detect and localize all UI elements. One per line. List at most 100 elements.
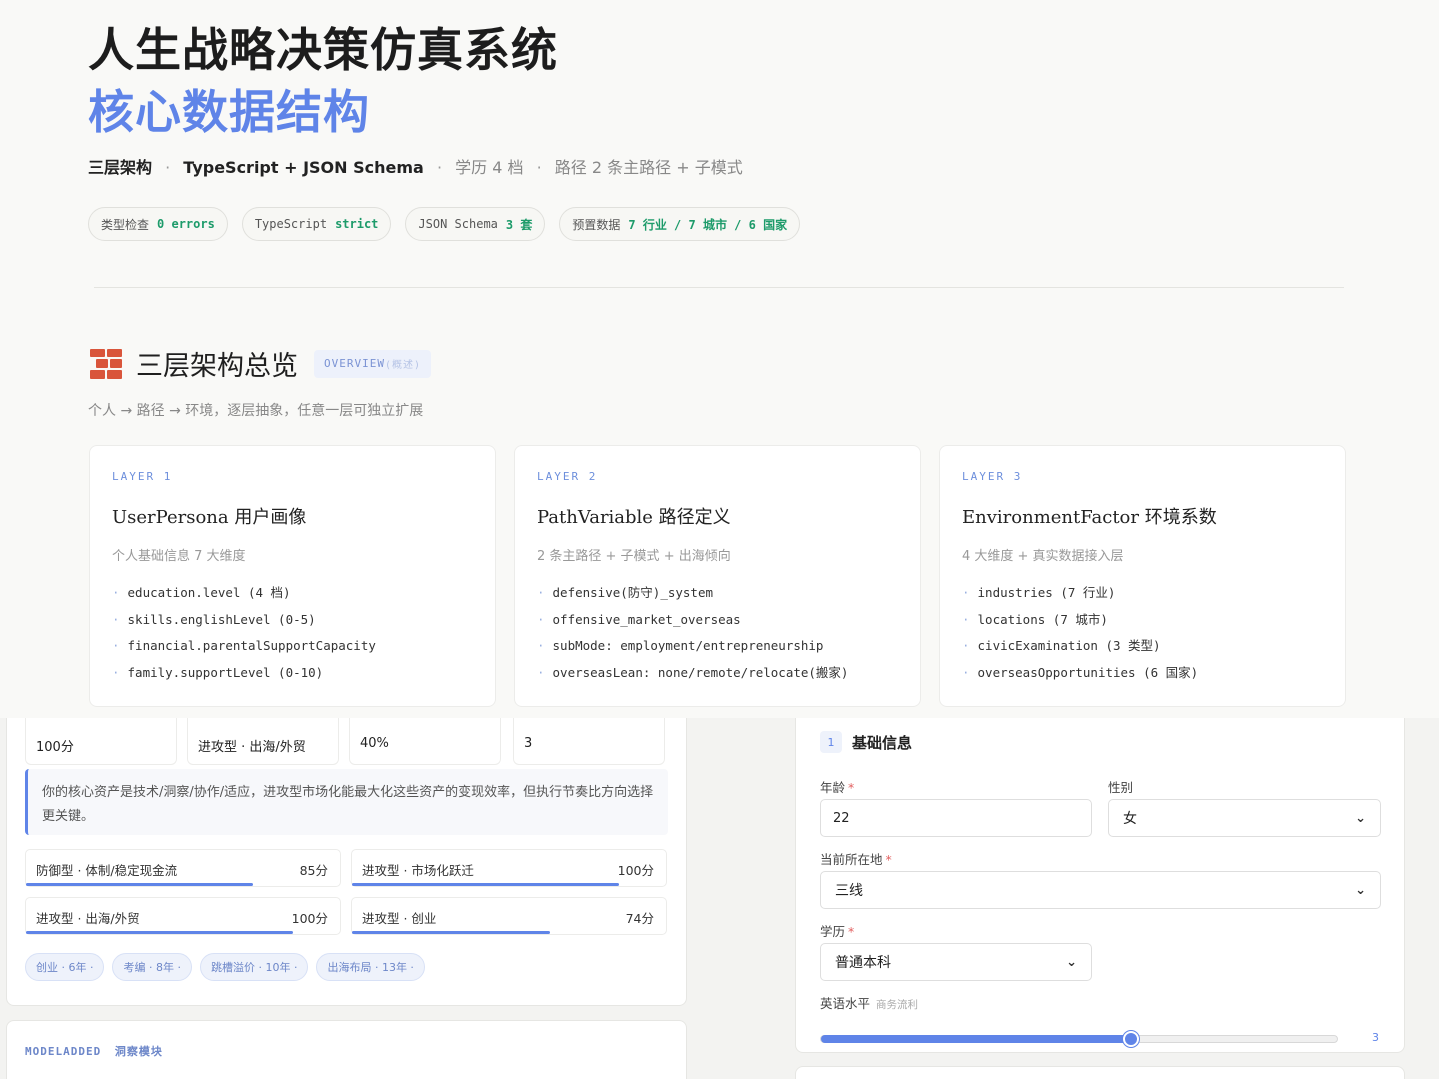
- step-title: 基础信息: [852, 733, 913, 752]
- badge-value: strict: [335, 217, 379, 231]
- stat-value: 进攻型 · 出海/外贸: [198, 740, 306, 755]
- form-step-header: 1 基础信息: [820, 731, 912, 753]
- required-mark: *: [885, 852, 892, 867]
- english-slider-value: 3: [1372, 1031, 1379, 1044]
- overview-heading: 三层架构总览 OVERVIEW (概述): [90, 344, 432, 383]
- timeline-chip[interactable]: 跳槽溢价 · 10年 ·: [199, 953, 309, 981]
- badge-json-schema: JSON Schema 3 套: [405, 207, 546, 241]
- badge-label: JSON Schema: [418, 217, 498, 231]
- english-hint: 商务流利: [876, 999, 919, 1011]
- path-score-points: 100分: [617, 863, 654, 878]
- module-tag-zh: 洞察模块: [114, 1045, 163, 1058]
- overview-tag: OVERVIEW (概述): [314, 349, 432, 378]
- badge-label: TypeScript: [254, 217, 328, 231]
- education-select-value: 普通本科: [835, 955, 891, 971]
- chevron-down-icon: ⌄: [1355, 882, 1366, 898]
- age-label-text: 年龄: [820, 780, 846, 795]
- meta-separator: ·: [536, 158, 542, 177]
- path-score[interactable]: 进攻型 · 创业 74分: [351, 897, 667, 935]
- badge-label: 类型检查: [101, 217, 150, 232]
- english-label-text: 英语水平: [820, 996, 871, 1011]
- layer-title: EnvironmentFactor 环境系数: [962, 507, 1217, 528]
- stat-path: 进攻型 · 出海/外贸: [187, 718, 339, 765]
- module-tag: MODELADDED 洞察模块: [25, 1043, 163, 1059]
- badge-typecheck: 类型检查 0 errors: [88, 207, 228, 241]
- badge-value: 7 行业 / 7 城市 / 6 国家: [628, 217, 788, 232]
- status-badges: 类型检查 0 errors TypeScript strict JSON Sch…: [88, 207, 801, 241]
- stat-value: 100分: [36, 740, 74, 755]
- list-item: civicExamination (3 类型): [962, 633, 1323, 660]
- brick-icon: [90, 348, 122, 379]
- list-item: financial.parentalSupportCapacity: [112, 633, 473, 660]
- divider: [94, 287, 1344, 288]
- path-score-label: 进攻型 · 创业: [362, 911, 437, 926]
- doc-header-region: 人生战略决策仿真系统 核心数据结构 三层架构 · TypeScript + JS…: [0, 0, 1439, 718]
- english-slider-thumb[interactable]: [1122, 1031, 1139, 1047]
- meta-education: 学历 4 档: [455, 158, 524, 177]
- path-score-points: 100分: [291, 911, 328, 926]
- english-slider[interactable]: [820, 1031, 1338, 1047]
- location-label: 当前所在地 *: [820, 849, 892, 868]
- list-item: overseasOpportunities (6 国家): [962, 660, 1323, 687]
- layer-field-list: defensive(防守)_system offensive_market_ov…: [537, 580, 898, 686]
- timeline-chip[interactable]: 考编 · 8年 ·: [112, 953, 192, 981]
- insight-callout: 你的核心资产是技术/洞察/协作/适应，进攻型市场化能最大化这些资产的变现效率，但…: [25, 769, 668, 835]
- overview-title: 三层架构总览: [136, 351, 298, 382]
- list-item: education.level (4 档): [112, 580, 473, 607]
- age-input-value: 22: [833, 810, 850, 826]
- layer-description: 个人基础信息 7 大维度: [112, 549, 246, 564]
- gender-select[interactable]: 女 ⌄: [1108, 799, 1381, 837]
- list-item: industries (7 行业): [962, 580, 1323, 607]
- overview-description: 个人 → 路径 → 环境，逐层抽象，任意一层可独立扩展: [88, 403, 424, 419]
- gender-label-text: 性别: [1108, 780, 1134, 795]
- location-select[interactable]: 三线 ⌄: [820, 871, 1381, 909]
- path-score-bar: [26, 931, 293, 934]
- list-item: subMode: employment/entrepreneurship: [537, 633, 898, 660]
- page-title: 人生战略决策仿真系统: [88, 23, 558, 77]
- result-panel: 100分 进攻型 · 出海/外贸 40% 3 你的核心资产是技术/洞察/协作/适…: [6, 718, 687, 1006]
- next-form-panel: [795, 1066, 1405, 1079]
- badge-preset-data: 预置数据 7 行业 / 7 城市 / 6 国家: [559, 207, 801, 241]
- meta-tech: TypeScript + JSON Schema: [183, 158, 424, 177]
- list-item: offensive_market_overseas: [537, 607, 898, 634]
- path-score-points: 74分: [625, 911, 654, 926]
- education-label: 学历 *: [820, 921, 854, 940]
- path-score[interactable]: 进攻型 · 市场化跃迁 100分: [351, 849, 667, 887]
- layer-label: LAYER 2: [537, 470, 598, 483]
- stat-value: 40%: [360, 736, 389, 751]
- badge-typescript: TypeScript strict: [241, 207, 392, 241]
- layer-description: 4 大维度 + 真实数据接入层: [962, 549, 1124, 564]
- layer-field-list: education.level (4 档) skills.englishLeve…: [112, 580, 473, 686]
- layer-description: 2 条主路径 + 子模式 + 出海倾向: [537, 549, 731, 564]
- list-item: skills.englishLevel (0-5): [112, 607, 473, 634]
- list-item: locations (7 城市): [962, 607, 1323, 634]
- list-item: family.supportLevel (0-10): [112, 660, 473, 687]
- path-score[interactable]: 防御型 · 体制/稳定现金流 85分: [25, 849, 341, 887]
- module-panel: MODELADDED 洞察模块: [6, 1020, 687, 1079]
- layer-label: LAYER 3: [962, 470, 1023, 483]
- path-score[interactable]: 进攻型 · 出海/外贸 100分: [25, 897, 341, 935]
- badge-value: 0 errors: [157, 217, 215, 231]
- chevron-down-icon: ⌄: [1066, 954, 1077, 970]
- age-input[interactable]: 22: [820, 799, 1092, 837]
- chevron-down-icon: ⌄: [1355, 810, 1366, 826]
- meta-paths: 路径 2 条主路径 + 子模式: [554, 158, 743, 177]
- gender-select-value: 女: [1123, 811, 1137, 827]
- timeline-chip[interactable]: 出海布局 · 13年 ·: [316, 953, 425, 981]
- meta-separator: ·: [436, 158, 443, 177]
- path-score-label: 进攻型 · 出海/外贸: [36, 911, 140, 926]
- app-region: 100分 进攻型 · 出海/外贸 40% 3 你的核心资产是技术/洞察/协作/适…: [0, 718, 1439, 1079]
- stat-count: 3: [513, 718, 665, 765]
- timeline-chip[interactable]: 创业 · 6年 ·: [25, 953, 105, 981]
- age-label: 年龄 *: [820, 777, 854, 796]
- path-score-points: 85分: [299, 863, 328, 878]
- layer-field-list: industries (7 行业) locations (7 城市) civic…: [962, 580, 1323, 686]
- stat-percent: 40%: [349, 718, 501, 765]
- location-select-value: 三线: [835, 883, 863, 899]
- required-mark: *: [848, 924, 855, 939]
- education-select[interactable]: 普通本科 ⌄: [820, 943, 1092, 981]
- overview-tag-text: OVERVIEW: [324, 357, 385, 370]
- layer-card-2: LAYER 2 PathVariable 路径定义 2 条主路径 + 子模式 +…: [514, 445, 921, 707]
- badge-value: 3 套: [505, 217, 533, 232]
- path-score-bar: [26, 883, 253, 886]
